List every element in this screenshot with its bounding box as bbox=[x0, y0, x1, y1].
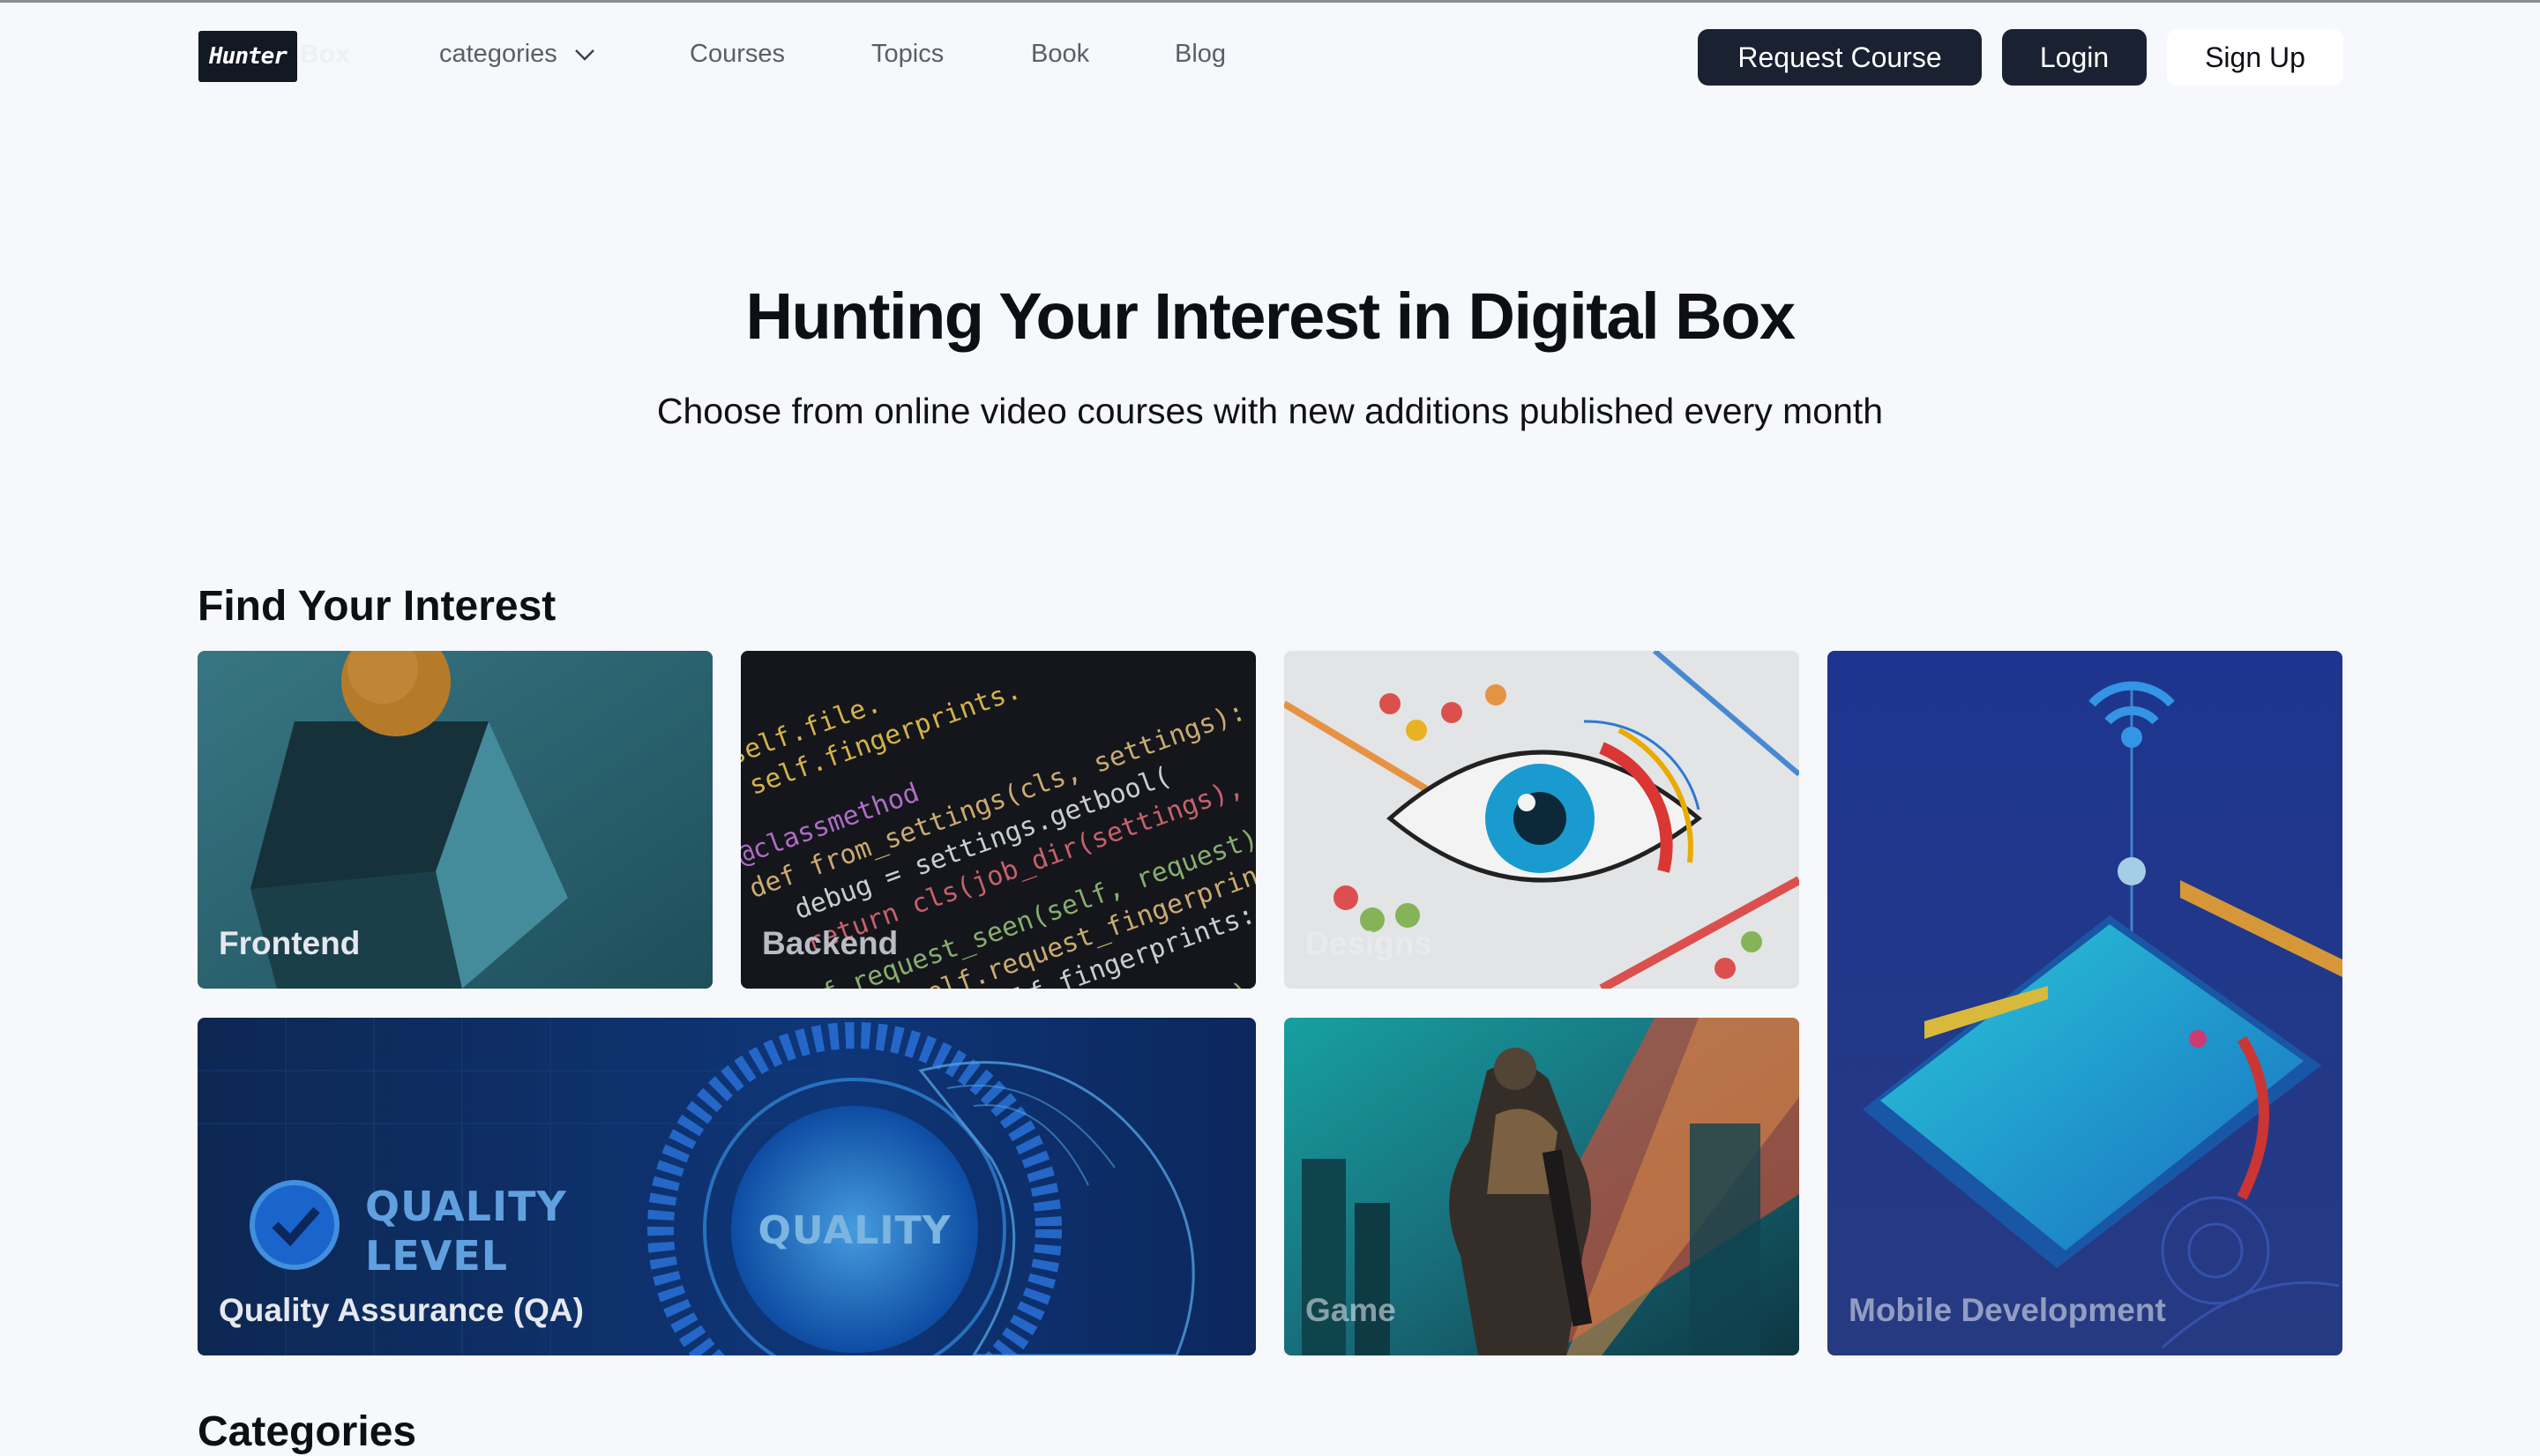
interest-card-frontend[interactable]: Frontend bbox=[198, 651, 713, 989]
categories-label: categories bbox=[439, 40, 557, 68]
interest-card-mobile-development[interactable]: Mobile Development bbox=[1827, 651, 2342, 1355]
interest-card-designs[interactable]: Designs bbox=[1284, 651, 1799, 989]
interest-card-quality-assurance[interactable]: QUALITY QUALITY LEVEL Quality Assurance … bbox=[198, 1018, 1256, 1355]
card-shade bbox=[1827, 651, 2342, 1355]
hero-subtitle: Choose from online video courses with ne… bbox=[656, 391, 1884, 431]
nav-link-courses[interactable]: Courses bbox=[690, 40, 785, 69]
card-label-mobile-development: Mobile Development bbox=[1849, 1292, 2166, 1328]
logo-text: Hunter bbox=[209, 43, 288, 70]
card-label-backend: Backend bbox=[762, 925, 899, 961]
card-label-quality-assurance: Quality Assurance (QA) bbox=[219, 1292, 584, 1328]
nav-link-blog[interactable]: Blog bbox=[1175, 40, 1226, 69]
categories-dropdown[interactable]: categories bbox=[439, 40, 598, 69]
hero-title: Hunting Your Interest in Digital Box bbox=[745, 280, 1796, 353]
site-logo[interactable]: Hunter bbox=[198, 31, 297, 82]
sign-up-button[interactable]: Sign Up bbox=[2167, 29, 2343, 86]
interest-card-backend[interactable]: self.file. self.fingerprints. @classmeth… bbox=[741, 651, 1256, 989]
card-label-frontend: Frontend bbox=[219, 925, 361, 961]
login-button[interactable]: Login bbox=[2002, 29, 2147, 86]
logo-text-faded: Box bbox=[300, 40, 350, 69]
find-interest-heading: Find Your Interest bbox=[198, 583, 557, 630]
interest-card-game[interactable]: Game bbox=[1284, 1018, 1799, 1355]
top-navigation: Hunter Box categories Courses Topics Boo… bbox=[0, 0, 2540, 115]
card-label-game: Game bbox=[1305, 1292, 1396, 1328]
categories-heading: Categories bbox=[198, 1408, 417, 1455]
nav-link-topics[interactable]: Topics bbox=[871, 40, 944, 69]
nav-link-book[interactable]: Book bbox=[1031, 40, 1089, 69]
chevron-down-icon bbox=[574, 49, 594, 61]
card-label-designs: Designs bbox=[1305, 925, 1432, 961]
request-course-button[interactable]: Request Course bbox=[1698, 29, 1982, 86]
